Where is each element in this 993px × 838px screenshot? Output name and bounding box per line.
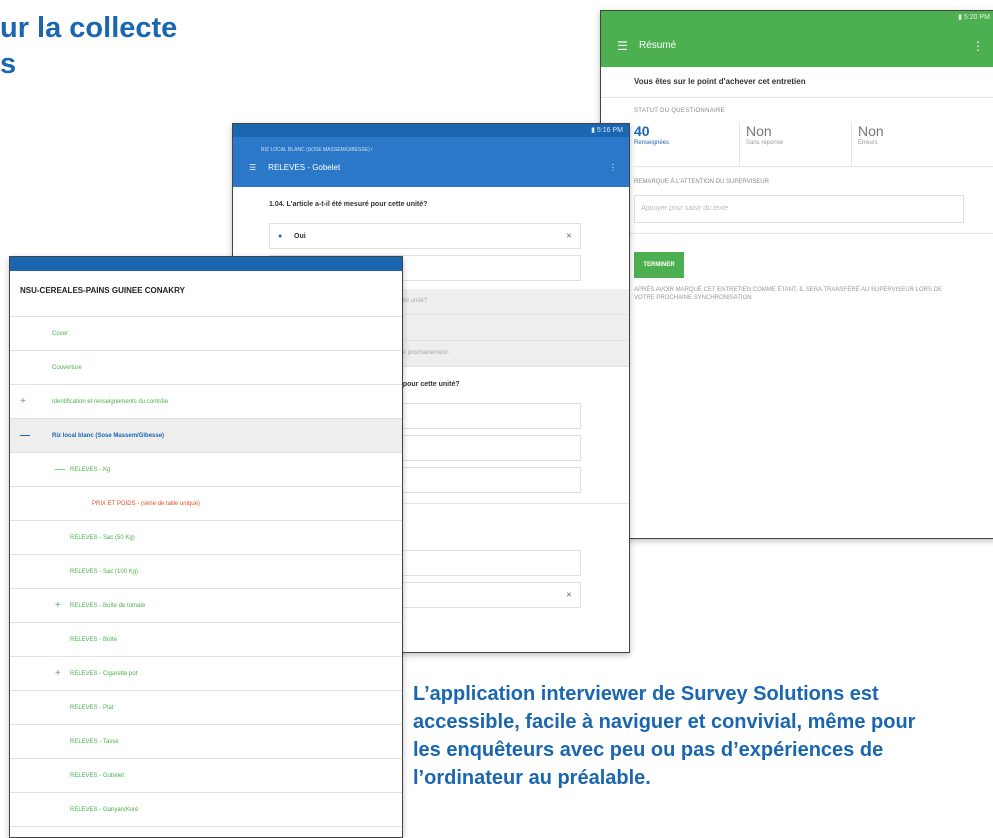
section-item[interactable]: + Identification et renseignements du con… [10, 385, 402, 419]
section-item-label: RELEVES - Cigarette pot [70, 670, 138, 677]
stat-answered[interactable]: 40 Renseignées [634, 122, 740, 166]
section-item-label: PRIX ET POIDS - (série de taille unique) [92, 500, 200, 507]
questionnaire-status-label: STATUT DU QUESTIONNAIRE [634, 108, 725, 114]
collapse-icon[interactable]: — [55, 464, 65, 475]
section-item-label: Cover [52, 330, 69, 337]
section-item-label: RELEVES - Sac (100 Kg) [70, 568, 139, 575]
stat-unanswered[interactable]: Non Sans réponse [740, 122, 852, 166]
stat-errors[interactable]: Non Erreurs [852, 122, 963, 166]
stat-value: Non [746, 123, 772, 139]
brochure-caption: L’application interviewer de Survey Solu… [413, 683, 916, 789]
brochure-title-line-1: ur la collecte [0, 12, 178, 44]
section-item[interactable]: PRIX ET POIDS - (série de taille unique) [10, 487, 402, 521]
clear-answer-icon[interactable]: ✕ [566, 232, 572, 240]
supervisor-note-label: REMARQUE À L'ATTENTION DU SUPERVISEUR [634, 179, 769, 185]
stat-label: Erreurs [858, 140, 878, 146]
clear-answer-icon[interactable]: ✕ [566, 591, 572, 599]
collapse-icon[interactable]: — [20, 430, 30, 441]
menu-icon[interactable]: ☰ [249, 163, 256, 172]
summary-heading: Vous êtes sur le point d'achever cet ent… [601, 67, 993, 98]
radio-selected-icon: ● [278, 232, 283, 240]
section-item-label: Couverture [52, 364, 82, 371]
section-item[interactable]: RELEVES - Ganyan/Koré [10, 793, 402, 827]
section-item[interactable]: RELEVES - Gobelet [10, 759, 402, 793]
stat-label: Sans réponse [746, 140, 784, 146]
section-item-label: RELEVES - Sac (50 Kg) [70, 534, 135, 541]
status-bar [10, 257, 402, 271]
section-item-label: RELEVES - Kg [70, 466, 111, 473]
section-item[interactable]: RELEVES - Tasse [10, 725, 402, 759]
section-item-label: RELEVES - Gobelet [70, 772, 125, 779]
brochure-title-line-2: s [0, 48, 17, 80]
more-options-icon[interactable]: ⋮ [972, 39, 984, 53]
summary-toolbar: ☰ Résumé ⋮ [601, 24, 993, 67]
section-item-label: RELEVES - Ganyan/Koré [70, 806, 139, 813]
section-item[interactable]: RELEVES - Sac (100 Kg) [10, 555, 402, 589]
sections-screenshot: NSU-CEREALES-PAINS GUINEE CONAKRY Cover C… [9, 256, 403, 838]
supervisor-note-field[interactable]: Appuyer pour saisir du texte [634, 195, 964, 223]
brochure-title: ur la collecte s [0, 10, 240, 82]
menu-icon[interactable]: ☰ [617, 39, 631, 53]
section-item[interactable]: RELEVES - Sac (50 Kg) [10, 521, 402, 555]
section-item[interactable]: — Riz local blanc (Sose Massem/Gibesse) [10, 419, 402, 453]
summary-screenshot: ▮ 5:20 PM ☰ Résumé ⋮ Vous êtes sur le po… [600, 10, 993, 539]
finish-button[interactable]: TERMINER [634, 252, 684, 278]
questionnaire-stats: 40 Renseignées Non Sans réponse Non Erre… [634, 122, 993, 167]
section-item[interactable]: — RELEVES - Kg [10, 453, 402, 487]
stat-value: Non [858, 123, 884, 139]
section-item[interactable]: RELEVES - Plat [10, 691, 402, 725]
section-item-label: RELEVES - Boîte [70, 636, 118, 643]
status-bar: ▮ 5:16 PM [233, 124, 629, 137]
section-item[interactable]: Couverture [10, 351, 402, 385]
status-bar: ▮ 5:20 PM [601, 11, 993, 24]
summary-toolbar-title: Résumé [639, 40, 677, 51]
expand-icon[interactable]: + [55, 668, 61, 679]
divider [601, 233, 993, 234]
survey-toolbar-row: ☰ RELEVES - Gobelet ⋮ [249, 163, 617, 172]
section-item[interactable]: RELEVES - Boîte [10, 623, 402, 657]
questionnaire-title: NSU-CEREALES-PAINS GUINEE CONAKRY [10, 271, 402, 317]
stat-value: 40 [634, 123, 650, 139]
section-item[interactable]: + RELEVES - Boîte de tomate [10, 589, 402, 623]
more-options-icon[interactable]: ⋮ [609, 163, 617, 172]
breadcrumb[interactable]: RIZ LOCAL BLANC (SOSE MASSEM/GIBESSE) / [261, 147, 373, 153]
section-item-label: Identification et renseignements du cont… [52, 398, 169, 405]
survey-toolbar-title: RELEVES - Gobelet [268, 163, 341, 172]
question-measured: 1.04. L'article a-t-il été mesuré pour c… [269, 201, 428, 208]
section-item[interactable]: Cover [10, 317, 402, 351]
section-item-label: RELEVES - Plat [70, 704, 114, 711]
stat-label: Renseignées [634, 140, 670, 146]
option-oui[interactable]: ● Oui ✕ [269, 223, 581, 249]
survey-toolbar: RIZ LOCAL BLANC (SOSE MASSEM/GIBESSE) / … [233, 137, 629, 187]
expand-icon[interactable]: + [55, 600, 61, 611]
section-item-label: RELEVES - Boîte de tomate [70, 602, 146, 609]
option-label: Oui [294, 232, 306, 240]
section-list: Cover Couverture + Identification et rensei… [10, 317, 402, 827]
finish-help-text: APRÈS AVOIR MARQUÉ CET ENTRETIEN COMME É… [634, 287, 942, 301]
expand-icon[interactable]: + [20, 396, 26, 407]
section-item-label: RELEVES - Tasse [70, 738, 119, 745]
section-item-label: Riz local blanc (Sose Massem/Gibesse) [52, 432, 165, 439]
section-item[interactable]: + RELEVES - Cigarette pot [10, 657, 402, 691]
